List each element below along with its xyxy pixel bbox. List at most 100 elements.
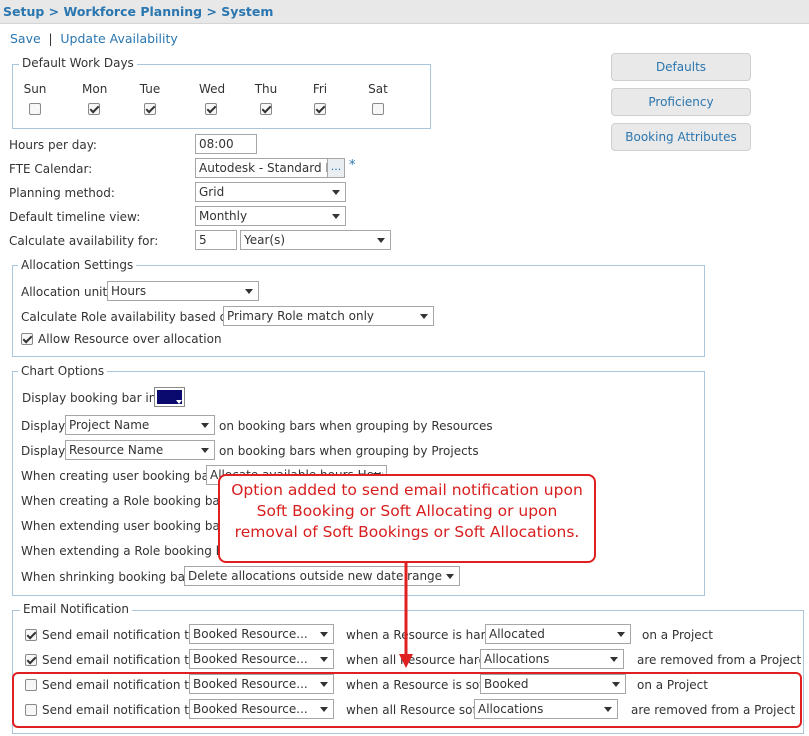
save-link[interactable]: Save xyxy=(10,31,41,46)
display-project-select[interactable]: Project Name xyxy=(65,415,215,435)
email-row-checkbox[interactable] xyxy=(25,654,37,666)
email-state-value: Allocated xyxy=(489,627,545,641)
email-row-label: Send email notification to xyxy=(42,628,197,642)
work-day-checkbox-thu[interactable] xyxy=(260,103,272,115)
email-condition-label: when a Resource is hard xyxy=(346,628,493,642)
work-day-label-mon: Mon xyxy=(82,82,108,96)
email-tail-label: on a Project xyxy=(642,628,713,642)
annotation-callout: Option added to send email notification … xyxy=(218,474,596,563)
color-swatch xyxy=(157,390,182,404)
email-row-checkbox[interactable] xyxy=(25,629,37,641)
allow-over-allocation-label: Allow Resource over allocation xyxy=(38,332,222,346)
work-day-label-thu: Thu xyxy=(254,82,278,96)
email-row-label: Send email notification to xyxy=(42,653,197,667)
email-target-value: Booked Resource... xyxy=(193,652,308,666)
chevron-down-icon xyxy=(617,632,625,637)
required-marker: * xyxy=(349,158,356,173)
chevron-down-icon xyxy=(610,657,618,662)
chevron-down-icon xyxy=(320,632,328,637)
extending-role-bar-label: When extending a Role booking bar: xyxy=(21,544,240,558)
chevron-down-icon xyxy=(201,423,209,428)
allocation-settings-legend: Allocation Settings xyxy=(18,258,137,272)
chevron-down-icon xyxy=(420,314,428,319)
calculate-availability-number[interactable]: 5 xyxy=(195,230,237,250)
highlight-box xyxy=(12,672,802,728)
display-project-prefix: Display xyxy=(21,419,66,433)
proficiency-button[interactable]: Proficiency xyxy=(611,88,751,116)
email-state-select[interactable]: Allocated xyxy=(485,624,631,644)
role-availability-select[interactable]: Primary Role match only xyxy=(223,306,434,326)
email-target-value: Booked Resource... xyxy=(193,627,308,641)
work-day-checkbox-tue[interactable] xyxy=(144,103,156,115)
allocation-unit-label: Allocation unit: xyxy=(21,285,112,299)
work-day-checkbox-sun[interactable] xyxy=(29,103,41,115)
planning-method-select[interactable]: Grid xyxy=(195,182,346,202)
role-availability-value: Primary Role match only xyxy=(227,309,375,323)
chevron-down-icon xyxy=(201,448,209,453)
shrinking-bar-label: When shrinking booking bar: xyxy=(21,570,194,584)
chevron-down-icon xyxy=(245,289,253,294)
chevron-down-icon xyxy=(320,657,328,662)
defaults-button[interactable]: Defaults xyxy=(611,53,751,81)
booking-bar-color-label: Display booking bar in: xyxy=(22,391,161,405)
email-condition-label: when all Resource hard xyxy=(346,653,487,667)
work-day-label-sun: Sun xyxy=(23,82,47,96)
chevron-down-icon xyxy=(332,190,340,195)
work-day-checkbox-sat[interactable] xyxy=(372,103,384,115)
email-state-select[interactable]: Allocations xyxy=(480,649,624,669)
display-resource-value: Resource Name xyxy=(69,443,164,457)
email-target-select[interactable]: Booked Resource... xyxy=(189,649,334,669)
creating-role-bar-label: When creating a Role booking bar: xyxy=(21,494,229,508)
planning-method-value: Grid xyxy=(199,185,225,199)
chart-options-legend: Chart Options xyxy=(18,364,108,378)
calculate-availability-unit-value: Year(s) xyxy=(244,233,286,247)
booking-attributes-button[interactable]: Booking Attributes xyxy=(611,123,751,151)
display-project-value: Project Name xyxy=(69,418,150,432)
email-target-select[interactable]: Booked Resource... xyxy=(189,624,334,644)
work-days-fieldset xyxy=(12,64,431,129)
work-day-label-tue: Tue xyxy=(139,82,161,96)
shrinking-bar-select[interactable]: Delete allocations outside new date rang… xyxy=(184,566,460,586)
work-day-label-wed: Wed xyxy=(199,82,226,96)
work-day-label-sat: Sat xyxy=(368,82,388,96)
annotation-arrow xyxy=(399,562,413,668)
allocation-unit-select[interactable]: Hours xyxy=(107,281,259,301)
action-separator: | xyxy=(48,32,53,46)
breadcrumb[interactable]: Setup > Workforce Planning > System xyxy=(3,4,273,19)
chevron-down-icon xyxy=(176,400,182,404)
extending-user-bar-label: When extending user booking bar: xyxy=(21,519,229,533)
default-timeline-value: Monthly xyxy=(199,209,248,223)
work-days-legend: Default Work Days xyxy=(19,56,137,70)
role-availability-label: Calculate Role availability based on: xyxy=(21,310,239,324)
allow-over-allocation-checkbox[interactable] xyxy=(21,333,33,345)
creating-user-bar-label: When creating user booking bar: xyxy=(21,469,218,483)
planning-method-label: Planning method: xyxy=(9,186,115,200)
display-resource-prefix: Display xyxy=(21,444,66,458)
default-timeline-select[interactable]: Monthly xyxy=(195,206,346,226)
work-day-checkbox-fri[interactable] xyxy=(314,103,326,115)
update-availability-link[interactable]: Update Availability xyxy=(60,31,177,46)
work-day-label-fri: Fri xyxy=(312,82,328,96)
calculate-availability-unit-select[interactable]: Year(s) xyxy=(240,230,391,250)
chevron-down-icon xyxy=(332,214,340,219)
email-notification-legend: Email Notification xyxy=(20,602,132,616)
fte-calendar-browse-button[interactable]: ... xyxy=(327,158,345,178)
fte-calendar-label: FTE Calendar: xyxy=(9,162,93,176)
chevron-down-icon xyxy=(377,238,385,243)
display-project-suffix: on booking bars when grouping by Resourc… xyxy=(219,419,493,433)
action-links: Save | Update Availability xyxy=(10,31,178,46)
allocation-unit-value: Hours xyxy=(111,284,147,298)
display-resource-suffix: on booking bars when grouping by Project… xyxy=(219,444,479,458)
work-day-checkbox-wed[interactable] xyxy=(205,103,217,115)
hours-per-day-label: Hours per day: xyxy=(9,138,97,152)
hours-per-day-input[interactable]: 08:00 xyxy=(195,134,257,154)
fte-calendar-input[interactable]: Autodesk - Standard Fu xyxy=(195,158,328,178)
email-tail-label: are removed from a Project xyxy=(637,653,802,667)
default-timeline-label: Default timeline view: xyxy=(9,210,141,224)
display-resource-select[interactable]: Resource Name xyxy=(65,440,215,460)
calculate-availability-label: Calculate availability for: xyxy=(9,234,159,248)
work-day-checkbox-mon[interactable] xyxy=(88,103,100,115)
chevron-down-icon xyxy=(446,574,454,579)
email-state-value: Allocations xyxy=(484,652,550,666)
booking-bar-color-picker[interactable] xyxy=(154,387,185,407)
